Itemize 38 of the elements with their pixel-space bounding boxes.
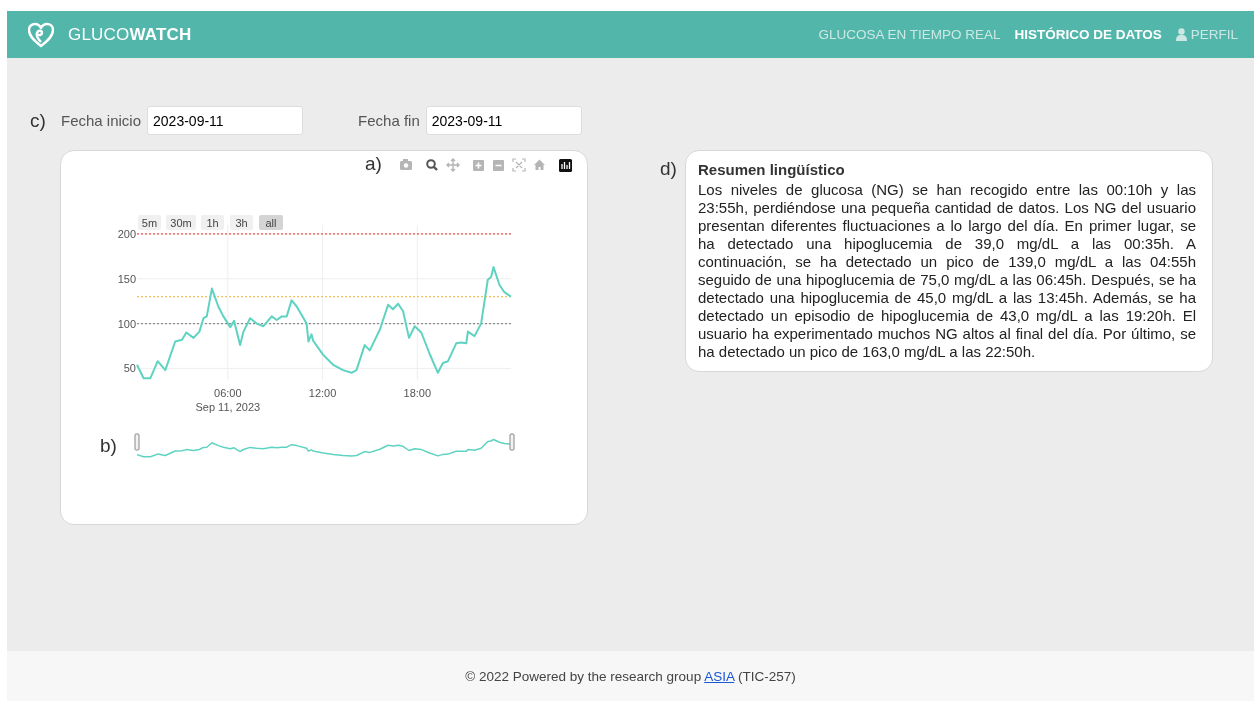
date-field[interactable]: 2023-09-11 (147, 106, 304, 135)
range-button[interactable]: 5m (138, 215, 161, 230)
move-icon[interactable] (446, 158, 460, 172)
section-marker: b) (100, 435, 117, 456)
section-marker: a) (365, 153, 382, 174)
range-handle[interactable] (509, 433, 515, 451)
zoom-in-icon[interactable] (473, 160, 484, 171)
axis-tick-label: 50 (123, 362, 136, 375)
footer-text: © 2022 Powered by the research group ASIA (TIC-257) (465, 668, 796, 684)
axis-tick-label: 06:00 (214, 387, 242, 399)
range-button[interactable]: all (259, 215, 283, 230)
section-marker: d) (660, 158, 678, 180)
axis-tick-label: 150 (117, 272, 136, 285)
range-button[interactable]: 30m (166, 215, 196, 230)
field-label: Fecha inicio (61, 112, 142, 129)
axis-tick-label: 200 (117, 227, 136, 240)
axis-date-label: Sep 11, 2023 (195, 401, 261, 413)
home-icon[interactable] (534, 159, 545, 170)
summary-title: Resumen lingüístico (698, 161, 846, 178)
footer-link[interactable]: ASIA (704, 668, 735, 684)
summary-text: Los niveles de glucosa (NG) se han recogido entre las 00:10h y las 23:55h, perdiéndose una pequeña cantidad de datos. Los NG del usuario presentan diferentes fluctuaciones a lo largo del día. En primer lugar, se ha detectado una hipoglucemia de 39,0 mg/dL a las 00:35h. A continuación, se ha detectado un pico de 139,0 mg/dL a las 04:55h seguido de una hipoglucemia de 75,0 mg/dL a las 06:45h. Después, se ha detectado una hipoglucemia de 45,0 mg/dL a las 13:45h. Además, se ha detectado un episodio de hipoglucemia de 43,0 mg/dL a las 19:20h. El usuario ha experimentado muchos NG altos al final del día. Por último, se ha detectado un pico de 163,0 mg/dL a las 22:50h. (698, 181, 1196, 361)
date-field[interactable]: 2023-09-11 (425, 106, 582, 135)
magnifier-icon[interactable] (426, 159, 438, 171)
zoom-out-icon[interactable] (493, 160, 504, 171)
autoscale-icon[interactable] (512, 158, 526, 172)
axis-tick-label: 100 (117, 317, 136, 330)
brand-name: GLUCOWATCH (68, 24, 192, 45)
range-button[interactable]: 1h (201, 215, 224, 230)
axis-tick-label: 12:00 (308, 387, 337, 399)
axis-tick-label: 18:00 (403, 387, 432, 399)
range-handle[interactable] (134, 433, 140, 451)
field-label: Fecha fin (358, 112, 420, 129)
range-button[interactable]: 3h (230, 215, 253, 230)
user-icon (1175, 28, 1187, 41)
bar-chart-icon[interactable] (559, 159, 572, 172)
camera-icon[interactable] (400, 159, 412, 170)
section-marker: c) (30, 109, 47, 132)
heart-logo-icon (28, 21, 54, 48)
